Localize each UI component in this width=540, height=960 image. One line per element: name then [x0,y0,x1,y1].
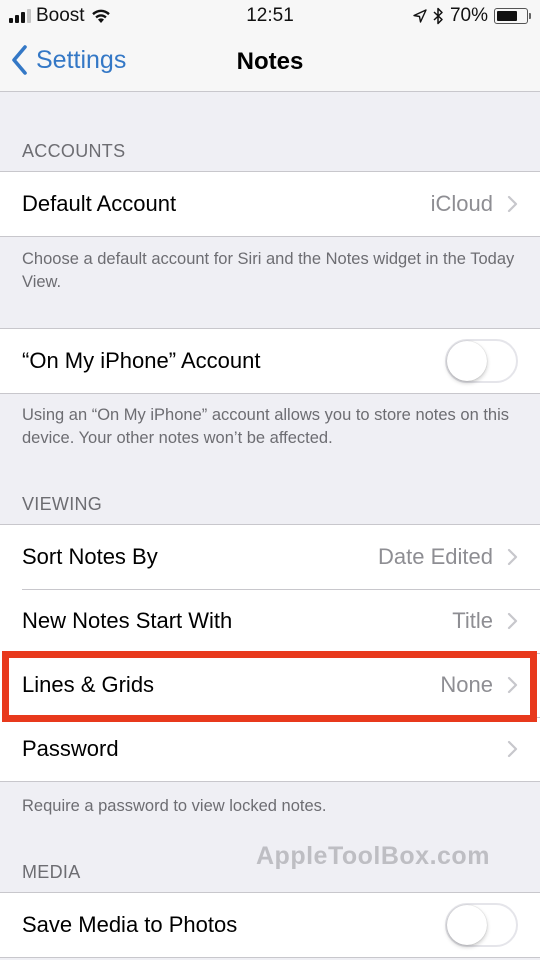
lines-and-grids-value: None [440,672,493,697]
sort-notes-by-value: Date Edited [378,544,493,569]
lines-and-grids-label: Lines & Grids [22,672,155,697]
new-notes-start-with-value: Title [452,608,493,633]
on-my-iphone-row: “On My iPhone” Account [0,329,540,393]
section-header-media: MEDIA [22,862,81,882]
battery-icon [494,8,531,24]
save-media-row: Save Media to Photos [0,893,540,957]
default-account-row[interactable]: Default Account iCloud [0,172,540,236]
chevron-right-icon [507,676,518,694]
accounts-group: Default Account iCloud [0,171,540,237]
navigation-bar: Settings Notes [0,32,540,92]
sort-notes-by-label: Sort Notes By [22,544,158,569]
on-my-iphone-footer: Using an “On My iPhone” account allows y… [22,406,509,447]
battery-percent: 70% [449,5,488,26]
location-arrow-icon [413,9,427,23]
chevron-right-icon [507,612,518,630]
on-my-iphone-group: “On My iPhone” Account [0,328,540,394]
new-notes-start-with-row[interactable]: New Notes Start With Title [0,589,540,653]
new-notes-start-with-label: New Notes Start With [22,608,233,633]
save-media-label: Save Media to Photos [22,912,238,937]
lines-and-grids-row[interactable]: Lines & Grids None [0,653,540,717]
sort-notes-by-row[interactable]: Sort Notes By Date Edited [0,525,540,589]
battery-level-fill [497,11,517,21]
back-button-label: Settings [36,45,127,74]
toggle-knob [447,905,487,945]
chevron-right-icon [507,548,518,566]
viewing-group: Sort Notes By Date Edited New Notes Star… [0,524,540,782]
password-row[interactable]: Password [0,717,540,781]
on-my-iphone-label: “On My iPhone” Account [22,348,261,373]
status-bar: Boost 12:51 70% [0,0,540,32]
chevron-right-icon [507,740,518,758]
accounts-footer: Choose a default account for Siri and th… [22,250,515,291]
chevron-left-icon [12,45,27,75]
save-media-toggle[interactable] [445,903,518,947]
chevron-right-icon [507,195,518,213]
password-label: Password [22,736,119,761]
section-header-viewing: VIEWING [22,494,103,514]
section-header-accounts: ACCOUNTS [22,141,126,161]
back-button[interactable]: Settings [10,44,126,76]
default-account-value: iCloud [430,191,493,216]
on-my-iphone-toggle[interactable] [445,339,518,383]
default-account-label: Default Account [22,191,177,216]
bluetooth-icon [433,7,443,25]
watermark: AppleToolBox.com [256,842,490,870]
password-footer: Require a password to view locked notes. [22,797,327,815]
media-group: Save Media to Photos [0,892,540,958]
toggle-knob [447,341,487,381]
